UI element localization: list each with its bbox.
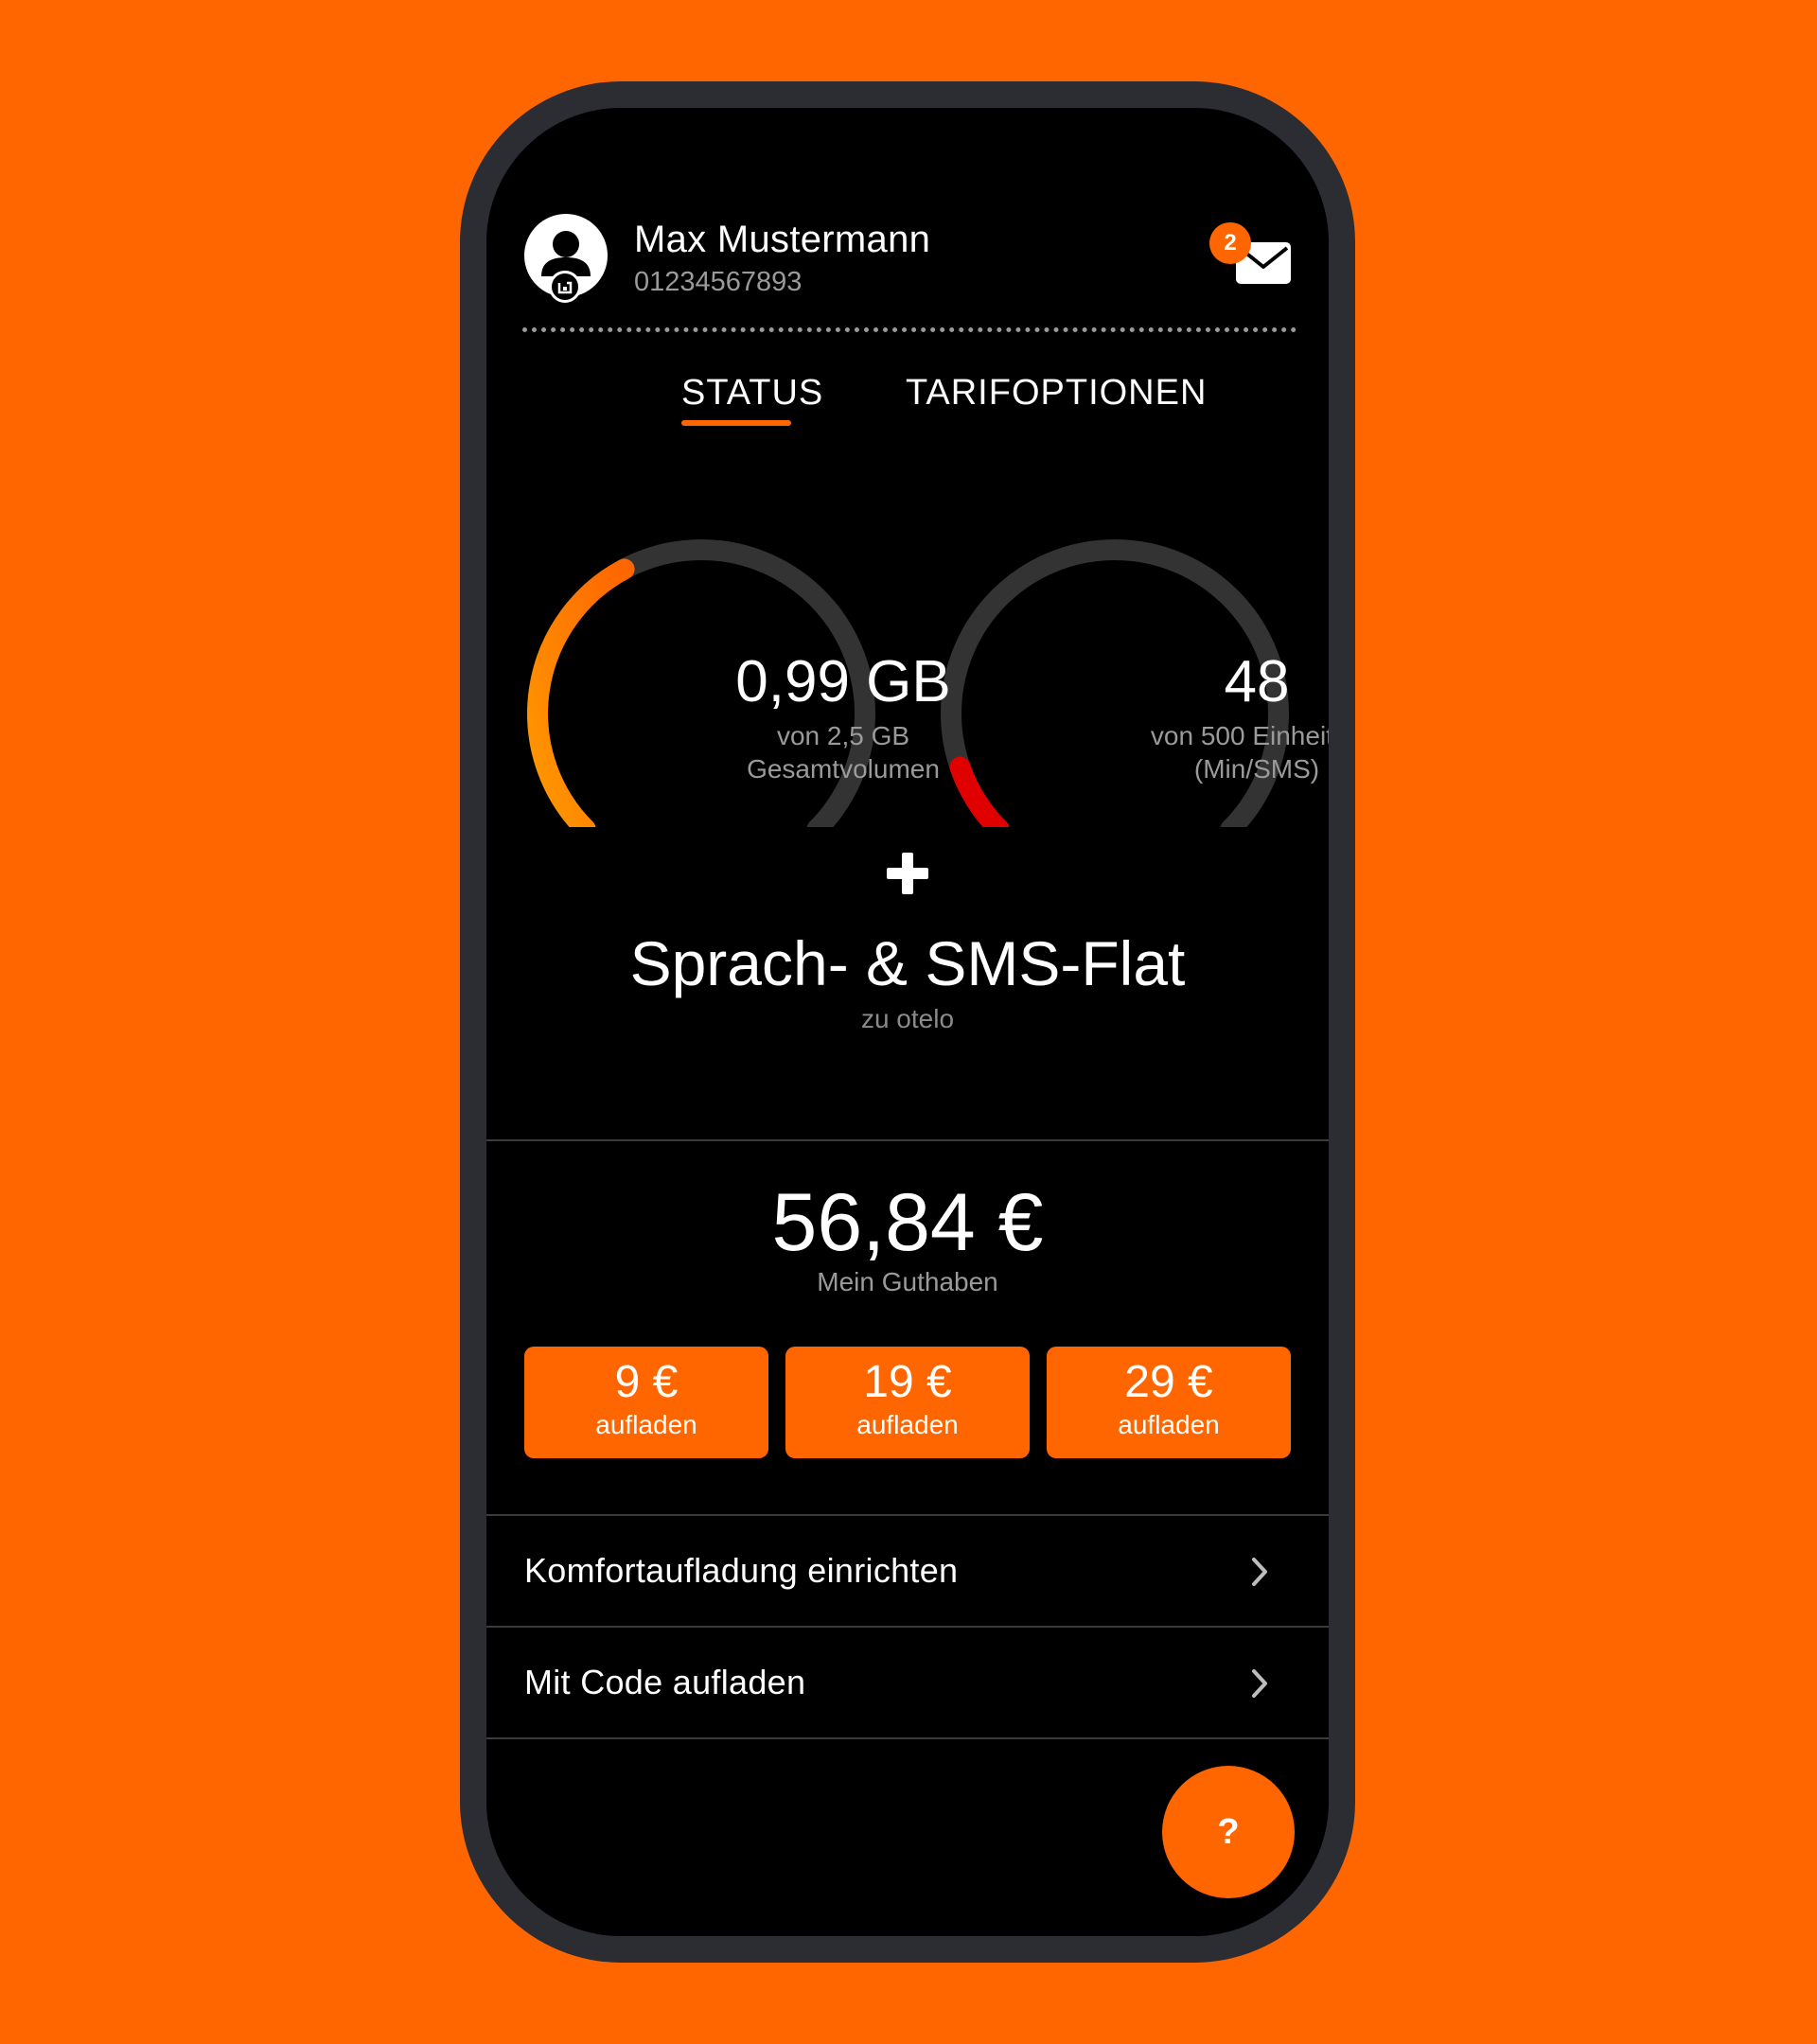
- section-divider: [486, 1139, 1329, 1141]
- menu-item-label: Mit Code aufladen: [524, 1663, 806, 1701]
- balance-label: Mein Guthaben: [817, 1267, 998, 1296]
- menu-item-code-aufladen[interactable]: Mit Code aufladen: [486, 1628, 1329, 1737]
- balance-amount: 56,84 €: [771, 1177, 1044, 1268]
- flat-title: Sprach- & SMS-Flat: [629, 928, 1186, 998]
- chevron-right-icon: [1252, 1558, 1267, 1586]
- help-button[interactable]: ?: [1162, 1766, 1295, 1898]
- topup-amount: 9 €: [614, 1357, 679, 1407]
- plus-icon: [887, 853, 928, 894]
- data-gauge-fill: [527, 558, 635, 827]
- topup-19-button[interactable]: 19 € aufladen: [785, 1347, 1030, 1458]
- units-label: (Min/SMS): [1193, 754, 1320, 784]
- flat-subtitle: zu otelo: [860, 1004, 955, 1033]
- topup-label: aufladen: [856, 1410, 959, 1439]
- topup-amount: 19 €: [863, 1357, 952, 1407]
- data-volume-label: Gesamtvolumen: [747, 754, 940, 784]
- units-value: 48: [1224, 649, 1290, 714]
- topup-label: aufladen: [595, 1410, 697, 1439]
- menu-item-label: Komfortaufladung einrichten: [524, 1551, 959, 1590]
- menu-divider: [486, 1737, 1329, 1739]
- topup-label: aufladen: [1118, 1410, 1220, 1439]
- data-volume-total: von 2,5 GB: [776, 721, 910, 750]
- topup-amount: 29 €: [1124, 1357, 1213, 1407]
- app-screen: Max Mustermann 01234567893 2 STATUS TARI…: [486, 108, 1329, 1936]
- units-total: von 500 Einheiten: [1150, 721, 1329, 750]
- menu-item-komfortaufladung[interactable]: Komfortaufladung einrichten: [486, 1516, 1329, 1626]
- data-volume-value: 0,99 GB: [735, 649, 951, 714]
- topup-29-button[interactable]: 29 € aufladen: [1047, 1347, 1291, 1458]
- topup-9-button[interactable]: 9 € aufladen: [524, 1347, 768, 1458]
- chevron-right-icon: [1252, 1669, 1267, 1698]
